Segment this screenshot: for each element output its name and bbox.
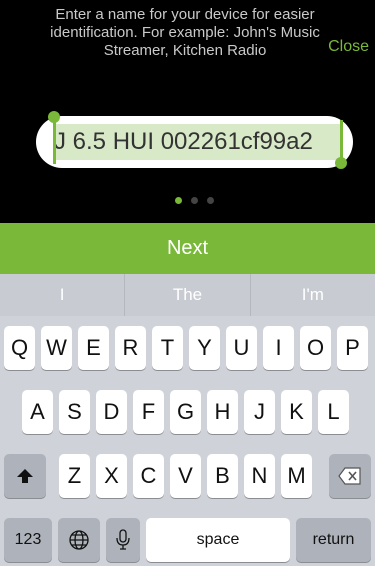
device-name-field[interactable]: [36, 116, 353, 168]
instructions-text: Enter a name for your device for easier …: [50, 6, 320, 59]
key-u[interactable]: U: [226, 326, 257, 370]
key-g[interactable]: G: [170, 390, 201, 434]
key-r[interactable]: R: [115, 326, 146, 370]
suggestion-item[interactable]: I: [0, 274, 126, 316]
key-h[interactable]: H: [207, 390, 238, 434]
key-m[interactable]: M: [281, 454, 312, 498]
space-key[interactable]: space: [146, 518, 290, 562]
next-button[interactable]: Next: [0, 223, 375, 274]
numbers-key[interactable]: 123: [4, 518, 52, 562]
key-s[interactable]: S: [59, 390, 90, 434]
device-name-input[interactable]: [54, 124, 344, 160]
backspace-icon: [338, 467, 361, 485]
shift-key[interactable]: [4, 454, 46, 498]
key-q[interactable]: Q: [4, 326, 35, 370]
key-z[interactable]: Z: [59, 454, 90, 498]
selection-end-knob[interactable]: [335, 157, 347, 169]
key-j[interactable]: J: [244, 390, 275, 434]
key-p[interactable]: P: [337, 326, 368, 370]
key-o[interactable]: O: [300, 326, 331, 370]
key-n[interactable]: N: [244, 454, 275, 498]
page-dot: [207, 197, 214, 204]
globe-key[interactable]: [58, 518, 100, 562]
key-c[interactable]: C: [133, 454, 164, 498]
key-y[interactable]: Y: [189, 326, 220, 370]
key-v[interactable]: V: [170, 454, 201, 498]
key-b[interactable]: B: [207, 454, 238, 498]
key-x[interactable]: X: [96, 454, 127, 498]
page-dot: [175, 197, 182, 204]
key-e[interactable]: E: [78, 326, 109, 370]
key-l[interactable]: L: [318, 390, 349, 434]
key-k[interactable]: K: [281, 390, 312, 434]
key-w[interactable]: W: [41, 326, 72, 370]
key-f[interactable]: F: [133, 390, 164, 434]
name-device-panel: Enter a name for your device for easier …: [0, 0, 375, 223]
key-d[interactable]: D: [96, 390, 127, 434]
backspace-key[interactable]: [329, 454, 371, 498]
page-indicator: [175, 197, 214, 204]
suggestion-item[interactable]: The: [125, 274, 251, 316]
suggestion-item[interactable]: I'm: [251, 274, 375, 316]
globe-icon: [69, 530, 89, 550]
shift-icon: [17, 469, 33, 483]
key-t[interactable]: T: [152, 326, 183, 370]
selection-start-handle[interactable]: [53, 120, 56, 164]
selection-start-knob[interactable]: [48, 111, 60, 123]
suggestion-bar: I The I'm: [0, 274, 375, 316]
keyboard: I The I'm Q W E R T Y U I O P A S D F G …: [0, 274, 375, 566]
microphone-icon: [116, 529, 130, 550]
page-dot: [191, 197, 198, 204]
key-a[interactable]: A: [22, 390, 53, 434]
return-key[interactable]: return: [296, 518, 371, 562]
close-button[interactable]: Close: [328, 38, 369, 56]
microphone-key[interactable]: [106, 518, 140, 562]
key-i[interactable]: I: [263, 326, 294, 370]
